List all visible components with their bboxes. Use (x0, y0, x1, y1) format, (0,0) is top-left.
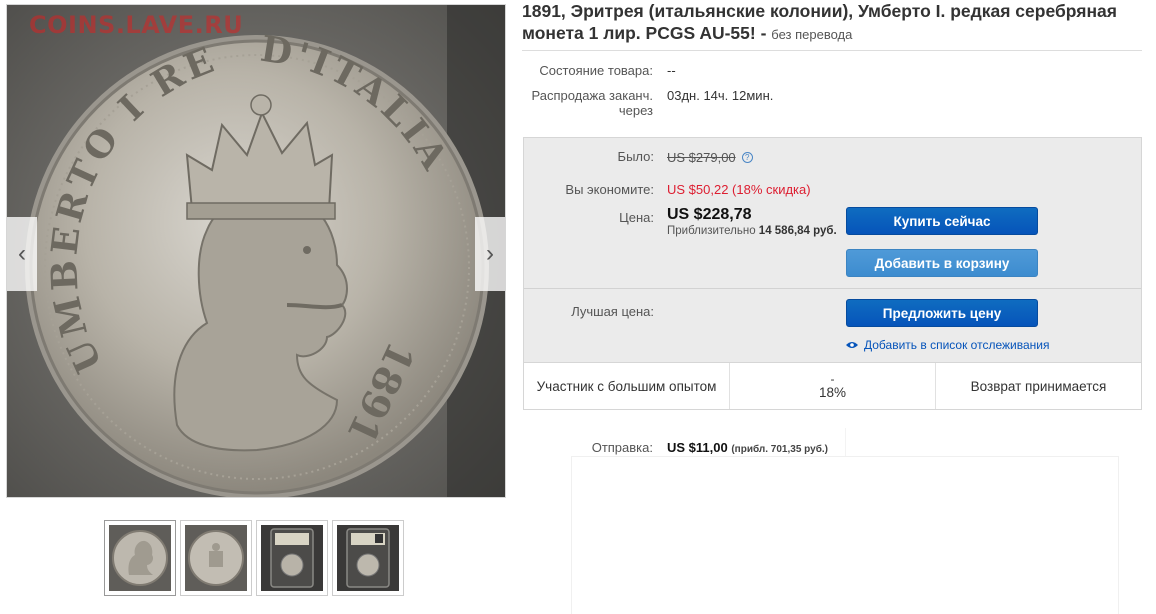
eye-icon (846, 342, 858, 348)
ends-label: Распродажа заканч. через (528, 88, 654, 118)
thumbnail-slab-front[interactable] (256, 520, 328, 596)
thumbnail-reverse[interactable] (180, 520, 252, 596)
coin-main-image: UMBERTO I RE D'ITALIA 1891 (7, 5, 505, 497)
info-icon[interactable]: ? (741, 152, 753, 164)
main-image-viewer[interactable]: UMBERTO I RE D'ITALIA 1891 COINS.LAVE.RU… (6, 4, 506, 498)
price-box-divider (524, 288, 1141, 289)
shipping-approx: (прибл. 701,35 руб.) (731, 444, 828, 455)
discount-stat-top: - (830, 371, 835, 386)
add-to-cart-button[interactable]: Добавить в корзину (846, 249, 1038, 277)
returns-text: Возврат принимается (970, 378, 1107, 394)
make-offer-button[interactable]: Предложить цену (846, 299, 1038, 327)
approx-price: Приблизительно 14 586,84 руб. (667, 225, 837, 237)
shipping-price: US $11,00 (667, 440, 728, 455)
ends-label-line2: через (618, 103, 653, 118)
ends-label-line1: Распродажа заканч. (531, 88, 654, 103)
ends-countdown: 03дн. 14ч. 12мин. (667, 88, 774, 103)
seller-experience-text: Участник с большим опытом (536, 378, 717, 394)
add-to-watchlist-link[interactable]: Добавить в список отслеживания (846, 338, 1049, 352)
watchlist-label: Добавить в список отслеживания (864, 338, 1050, 352)
price-label: Цена: (619, 210, 654, 225)
thumbnail-slab-back[interactable] (332, 520, 404, 596)
was-price-row: US $279,00? (667, 149, 753, 167)
save-amount: US $50,22 (18% скидка) (667, 182, 811, 197)
save-label: Вы экономите: (565, 182, 654, 197)
thumbnail-strip (104, 520, 404, 596)
condition-value: -- (667, 63, 676, 78)
shipping-label: Отправка: (591, 440, 653, 455)
approx-prefix: Приблизительно (667, 225, 756, 237)
title-divider (522, 50, 1142, 51)
current-price: US $228,78 (667, 206, 752, 223)
translation-note: без перевода (771, 27, 853, 42)
returns-accepted: Возврат принимается (936, 363, 1141, 409)
previous-image-arrow[interactable]: ‹ (7, 217, 37, 291)
blank-panel-large (572, 457, 1118, 614)
was-label: Было: (617, 149, 654, 164)
shipping-cost: US $11,00 (прибл. 701,35 руб.) (667, 440, 828, 455)
discount-stat-value: 18% (818, 384, 847, 400)
buy-now-button[interactable]: Купить сейчас (846, 207, 1038, 235)
blank-panel (845, 428, 1078, 456)
approx-value: 14 586,84 руб. (758, 225, 837, 237)
seller-stats-bar: Участник с большим опытом - 18% Возврат … (524, 362, 1141, 409)
thumbnail-obverse[interactable] (104, 520, 176, 596)
next-image-arrow[interactable]: › (475, 217, 505, 291)
condition-label: Состояние товара: (539, 63, 653, 78)
best-offer-label: Лучшая цена: (571, 304, 654, 319)
seller-experience: Участник с большим опытом (524, 363, 730, 409)
watermark: COINS.LAVE.RU (29, 11, 244, 39)
price-box: Было: US $279,00? Вы экономите: US $50,2… (523, 137, 1142, 410)
listing-title: 1891, Эритрея (итальянские колонии), Умб… (522, 0, 1152, 46)
discount-stat: - 18% (730, 363, 936, 409)
was-price: US $279,00 (667, 150, 736, 165)
